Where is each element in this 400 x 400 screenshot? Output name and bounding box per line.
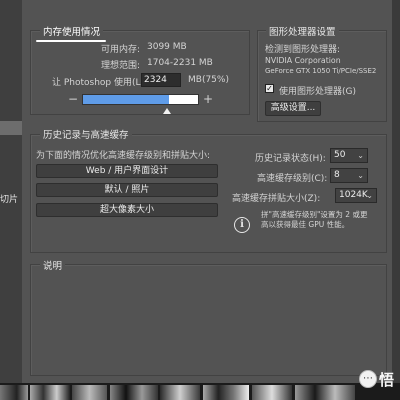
memory-slider-thumb[interactable] (163, 108, 171, 114)
watermark-text: 悟 (379, 371, 395, 389)
thumbnail-image (295, 385, 355, 400)
gpu-model: GeForce GTX 1050 Ti/PCIe/SSE2 (265, 67, 377, 75)
thumbnail-image (72, 385, 107, 400)
tile-size-select[interactable]: 1024K ⌄ (335, 188, 377, 203)
info-icon: i (234, 217, 250, 233)
optimize-cache-text: 为下面的情况优化高速缓存级别和拼贴大小: (36, 151, 211, 161)
thumbnail-image (203, 385, 249, 400)
left-sidebar-selected-item[interactable] (0, 121, 22, 135)
thumbnail-image (160, 385, 200, 400)
preset-default-photo-button[interactable]: 默认 / 照片 (36, 183, 218, 197)
available-memory-label: 可用内存: (101, 45, 141, 55)
ideal-range-label: 理想范围: (101, 61, 141, 71)
gpu-settings-legend: 图形处理器设置 (266, 24, 339, 38)
memory-slider-track[interactable] (82, 94, 199, 105)
chevron-down-icon: ⌄ (366, 191, 373, 200)
photoshop-memory-unit: MB(75%) (188, 75, 229, 85)
history-cache-legend: 历史记录与高速缓存 (40, 127, 132, 141)
description-group (30, 264, 387, 376)
gpu-vendor: NVIDIA Corporation (265, 56, 341, 65)
preset-huge-pixel-button[interactable]: 超大像素大小 (36, 203, 218, 217)
memory-usage-legend: 内存使用情况 (40, 24, 104, 38)
history-states-value: 50 (334, 150, 346, 160)
thumbnail-image (252, 385, 292, 400)
chevron-down-icon: ⌄ (357, 171, 364, 180)
available-memory-value: 3099 MB (147, 42, 187, 52)
increase-icon[interactable]: + (203, 92, 213, 106)
watermark-logo-icon: ⋯ (359, 370, 377, 388)
tile-size-value: 1024K (339, 190, 368, 200)
history-states-select[interactable]: 50 ⌄ (330, 148, 368, 163)
thumbnail-image (110, 385, 158, 400)
photoshop-use-label: 让 Photoshop 使用(L): (52, 78, 148, 88)
legend-underline (36, 40, 106, 42)
ideal-range-value: 1704-2231 MB (147, 58, 213, 68)
left-sidebar-item-slices[interactable]: 切片 (0, 192, 18, 205)
history-states-label: 历史记录状态(H): (255, 154, 326, 164)
cache-levels-label: 高速缓存级别(C): (257, 174, 328, 184)
bottom-image-strip (0, 383, 400, 400)
gpu-detected-label: 检测到图形处理器: (265, 45, 341, 55)
use-gpu-checkbox[interactable]: ✓ (265, 84, 274, 93)
description-legend: 说明 (40, 258, 66, 272)
right-edge (392, 0, 400, 383)
advanced-settings-button[interactable]: 高级设置... (265, 101, 321, 116)
photoshop-memory-input[interactable]: 2324 (141, 73, 181, 87)
preset-web-ui-button[interactable]: Web / 用户界面设计 (36, 164, 218, 178)
decrease-icon[interactable]: − (68, 92, 78, 106)
memory-slider-fill (83, 95, 170, 104)
thumbnail-image (0, 385, 28, 400)
chevron-down-icon: ⌄ (357, 151, 364, 160)
cache-levels-value: 8 (334, 170, 340, 180)
info-note-line2: 高以获得最佳 GPU 性能。 (261, 220, 350, 229)
use-gpu-label: 使用图形处理器(G) (279, 87, 356, 97)
thumbnail-image (30, 385, 70, 400)
tile-size-label: 高速缓存拼贴大小(Z): (232, 194, 321, 204)
cache-levels-select[interactable]: 8 ⌄ (330, 168, 368, 183)
